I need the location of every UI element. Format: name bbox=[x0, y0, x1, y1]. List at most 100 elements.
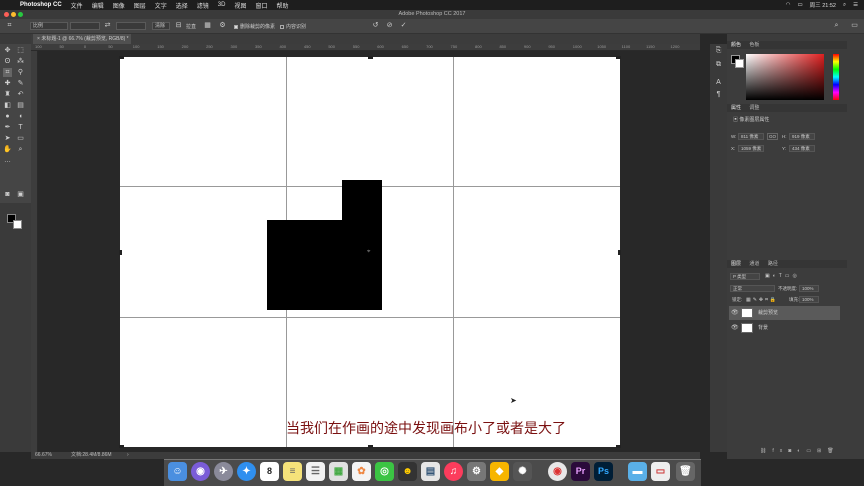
more-tools-icon[interactable]: … bbox=[3, 156, 12, 165]
move-tool-icon[interactable]: ✥ bbox=[3, 46, 12, 55]
visibility-eye-icon[interactable]: 👁 bbox=[731, 321, 739, 335]
lasso-tool-icon[interactable]: ʘ bbox=[3, 57, 12, 66]
premiere-icon[interactable]: Pr bbox=[571, 462, 590, 481]
menu-window[interactable]: 窗口 bbox=[255, 1, 267, 10]
sketch-icon[interactable]: ◆ bbox=[490, 462, 509, 481]
y-input[interactable]: 434 像素 bbox=[789, 145, 815, 152]
system-preferences-icon[interactable]: ⚙ bbox=[467, 462, 486, 481]
cancel-crop-icon[interactable]: ⊘ bbox=[386, 22, 393, 29]
preview-icon[interactable]: ▤ bbox=[421, 462, 440, 481]
battery-icon[interactable]: ▭ bbox=[797, 2, 802, 8]
libraries-panel-icon[interactable]: ⧉ bbox=[714, 60, 723, 69]
crop-handle-top-right[interactable] bbox=[616, 56, 621, 59]
width-input[interactable]: 811 像素 bbox=[738, 133, 764, 140]
settings-gear-icon[interactable]: ⚙ bbox=[219, 22, 226, 29]
menu-file[interactable]: 文件 bbox=[71, 1, 83, 10]
delete-layer-icon[interactable]: 🗑 bbox=[827, 448, 839, 454]
lock-icons[interactable]: ▦✎✥⌗🔒 bbox=[746, 297, 778, 303]
app-menu[interactable]: Photoshop CC bbox=[20, 2, 62, 8]
pen-tool-icon[interactable]: ✒ bbox=[3, 123, 12, 132]
add-mask-icon[interactable]: ◙ bbox=[788, 448, 797, 454]
zoom-level[interactable]: 66.67% bbox=[35, 452, 52, 459]
shape-tool-icon[interactable]: ▭ bbox=[16, 134, 25, 143]
search-icon[interactable]: ⌕ bbox=[843, 2, 846, 9]
menu-image[interactable]: 图像 bbox=[113, 1, 125, 10]
crop-handle-right[interactable] bbox=[618, 250, 621, 255]
eraser-tool-icon[interactable]: ◧ bbox=[3, 101, 12, 110]
document-tab[interactable]: × 未标题-1 @ 66.7% (裁剪预览, RGB/8) * bbox=[33, 34, 131, 44]
quick-mask-icon[interactable]: ◙ bbox=[3, 190, 12, 199]
type-tool-icon[interactable]: T bbox=[16, 123, 25, 132]
zoom-tool-icon[interactable]: ⌕ bbox=[16, 145, 25, 154]
character-panel-icon[interactable]: A bbox=[714, 78, 723, 87]
menu-help[interactable]: 帮助 bbox=[276, 1, 288, 10]
swap-icon[interactable]: ⇄ bbox=[104, 22, 111, 29]
horizontal-ruler[interactable]: 100 50 0 50 100 150 200 250 300 350 400 450 500 550 60… bbox=[31, 44, 700, 51]
trash-icon[interactable]: 🗑 bbox=[676, 462, 695, 481]
layer-style-icon[interactable]: fx bbox=[772, 448, 788, 454]
crop-handle-top-left[interactable] bbox=[119, 56, 124, 59]
new-layer-icon[interactable]: ⊞ bbox=[817, 448, 827, 454]
tab-properties[interactable]: 属性 bbox=[731, 105, 741, 111]
layer-row[interactable]: 👁 背景 bbox=[729, 321, 840, 335]
safari-icon[interactable]: ✦ bbox=[237, 462, 256, 481]
menu-3d[interactable]: 3D bbox=[218, 2, 226, 8]
document-size[interactable]: 文档:28.4M/8.86M bbox=[71, 452, 112, 459]
content-aware-checkbox[interactable]: 内容识别 bbox=[280, 23, 306, 30]
menu-edit[interactable]: 编辑 bbox=[92, 1, 104, 10]
healing-brush-tool-icon[interactable]: ✚ bbox=[3, 79, 12, 88]
history-brush-tool-icon[interactable]: ↶ bbox=[16, 90, 25, 99]
eyedropper-tool-icon[interactable]: ⚲ bbox=[16, 68, 25, 77]
tab-color[interactable]: 颜色 bbox=[731, 42, 741, 48]
checkbox-unchecked-icon[interactable] bbox=[280, 24, 284, 29]
qq-icon[interactable]: ☻ bbox=[398, 462, 417, 481]
commit-crop-icon[interactable]: ✓ bbox=[400, 22, 407, 29]
brush-tool-icon[interactable]: ✎ bbox=[16, 79, 25, 88]
fill-input[interactable]: 100% bbox=[799, 296, 819, 303]
vertical-ruler[interactable] bbox=[31, 51, 38, 452]
music-icon[interactable]: ♫ bbox=[444, 462, 463, 481]
crop-handle-bottom[interactable] bbox=[368, 445, 373, 448]
blend-mode-select[interactable]: 正常 bbox=[730, 285, 775, 292]
reset-crop-icon[interactable]: ↺ bbox=[372, 22, 379, 29]
height-input[interactable]: 919 像素 bbox=[789, 133, 815, 140]
crop-handle-bottom-right[interactable] bbox=[616, 445, 621, 448]
crop-handle-left[interactable] bbox=[119, 250, 122, 255]
gradient-tool-icon[interactable]: ▤ bbox=[16, 101, 25, 110]
link-layers-icon[interactable]: ⛓ bbox=[760, 448, 772, 454]
ratio-width-input[interactable] bbox=[70, 22, 100, 30]
background-color-swatch[interactable] bbox=[13, 220, 22, 229]
menu-type[interactable]: 文字 bbox=[155, 1, 167, 10]
chrome-icon[interactable]: ◉ bbox=[548, 462, 567, 481]
opacity-input[interactable]: 100% bbox=[799, 285, 819, 292]
path-selection-tool-icon[interactable]: ➤ bbox=[3, 134, 12, 143]
launchpad-icon[interactable]: ✈ bbox=[214, 462, 233, 481]
crop-handle-bottom-left[interactable] bbox=[119, 445, 124, 448]
layer-filter-select[interactable]: P 类型 bbox=[730, 273, 760, 280]
photos-browser-icon[interactable]: ▦ bbox=[329, 462, 348, 481]
overlay-grid-icon[interactable]: ▦ bbox=[204, 22, 211, 29]
calendar-icon[interactable]: 8 bbox=[260, 462, 279, 481]
visibility-eye-icon[interactable]: 👁 bbox=[731, 306, 739, 320]
wifi-icon[interactable]: ◠ bbox=[786, 2, 791, 8]
paragraph-panel-icon[interactable]: ¶ bbox=[714, 90, 723, 99]
crop-handle-top[interactable] bbox=[368, 56, 373, 59]
color-background-swatch[interactable] bbox=[735, 59, 744, 68]
menu-select[interactable]: 选择 bbox=[176, 1, 188, 10]
photoshop-icon[interactable]: Ps bbox=[594, 462, 613, 481]
wechat-icon[interactable]: ◎ bbox=[375, 462, 394, 481]
screenshot-icon[interactable]: ▭ bbox=[651, 462, 670, 481]
ratio-select[interactable]: 比例 bbox=[30, 22, 68, 30]
screen-mode-icon[interactable]: ▣ bbox=[16, 190, 25, 199]
menu-layer[interactable]: 图层 bbox=[134, 1, 146, 10]
status-arrow-icon[interactable]: › bbox=[127, 452, 129, 459]
layer-row[interactable]: 👁 裁剪预览 bbox=[729, 306, 840, 320]
menu-view[interactable]: 视图 bbox=[234, 1, 246, 10]
search-icon[interactable]: ⌕ bbox=[833, 22, 840, 29]
tab-paths[interactable]: 路径 bbox=[768, 261, 778, 267]
dodge-tool-icon[interactable]: ◖ bbox=[16, 112, 25, 121]
straighten-label[interactable]: 拉直 bbox=[186, 23, 196, 30]
blur-tool-icon[interactable]: ● bbox=[3, 112, 12, 121]
tab-channels[interactable]: 通道 bbox=[749, 261, 759, 267]
history-panel-icon[interactable]: ⎘ bbox=[714, 46, 723, 55]
